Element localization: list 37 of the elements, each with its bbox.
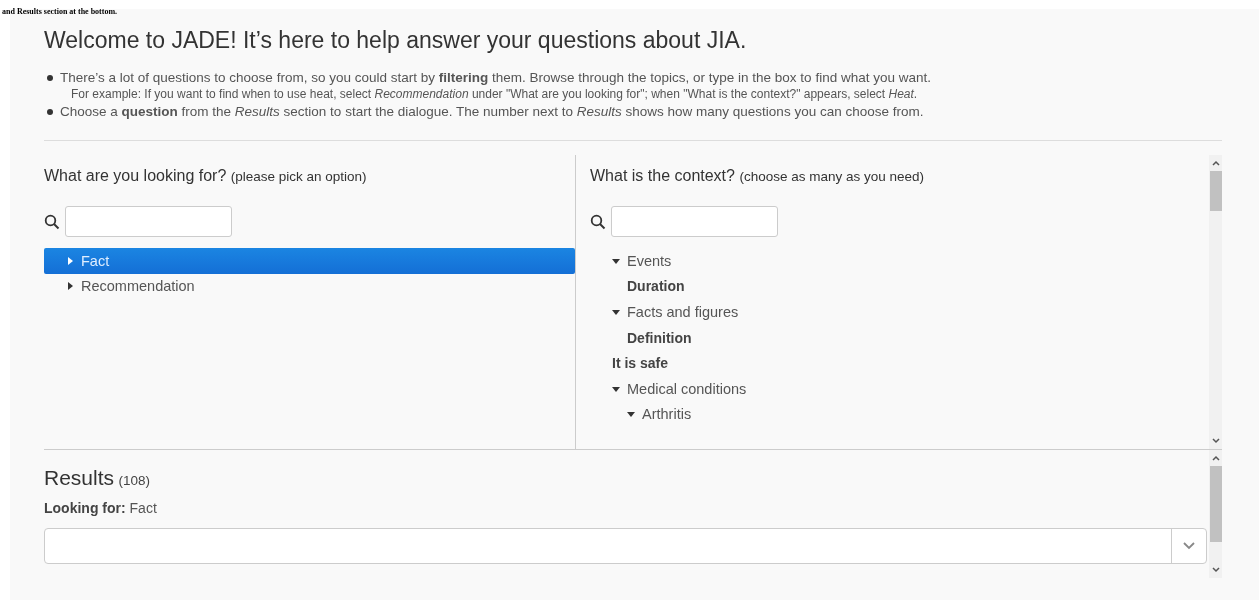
section-hint: (please pick an option) — [230, 169, 367, 184]
filter-value: Fact — [129, 500, 157, 516]
instruction-text: For example: If you want to find when to use heat, select Recommendation under "What are you looking for"; when "What is the context?" appears, select Heat. — [71, 87, 918, 101]
tree-item[interactable]: It is safe — [590, 350, 1209, 376]
scroll-thumb[interactable] — [1209, 171, 1222, 211]
results-count: (108) — [118, 473, 150, 488]
section-heading: What is the context? — [590, 167, 735, 184]
scroll-down-icon[interactable] — [1211, 438, 1220, 444]
tree-item[interactable]: Definition — [590, 324, 1209, 351]
tree-item[interactable]: Fact — [44, 248, 575, 274]
tree-item[interactable]: Events — [590, 248, 1209, 274]
search-field[interactable] — [65, 206, 232, 237]
bullet-icon — [47, 74, 53, 81]
tree-item[interactable]: Arthritis — [590, 401, 1209, 428]
bullet-icon — [47, 108, 53, 115]
search-field[interactable] — [611, 206, 778, 237]
results-heading: Results — [44, 466, 115, 489]
instruction-text: Choose a question from the Results section to start the dialogue. The number next to Results shows how many questions you can choose from. — [60, 103, 924, 120]
search-icon — [590, 213, 606, 230]
search-icon — [44, 213, 60, 230]
tree-item[interactable]: Facts and figures — [590, 299, 1209, 325]
chevron-down-icon — [1183, 542, 1195, 550]
tree-item[interactable]: Duration — [590, 273, 1209, 300]
scroll-up-icon[interactable] — [1211, 455, 1220, 461]
scrollbar[interactable] — [1209, 450, 1222, 578]
filter-label: Looking for: — [44, 500, 126, 516]
scrollbar[interactable] — [1209, 155, 1222, 449]
tree-item[interactable]: Recommendation — [44, 273, 575, 300]
tree-item[interactable]: Medical conditions — [590, 375, 1209, 402]
scroll-thumb[interactable] — [1209, 466, 1222, 542]
scroll-up-icon[interactable] — [1211, 160, 1220, 166]
section-hint: (choose as many as you need) — [739, 169, 925, 184]
instruction-text: There’s a lot of questions to choose from, so you could start by filtering them. Browse through the topics, or type in the box to find what you want. — [60, 69, 931, 86]
section-heading: What are you looking for? — [44, 167, 227, 184]
scroll-down-icon[interactable] — [1211, 567, 1220, 573]
welcome-title: Welcome to JADE! It’s here to help answer your questions about JIA. — [44, 26, 748, 55]
caption-text: and Results section at the bottom. — [1, 7, 118, 16]
